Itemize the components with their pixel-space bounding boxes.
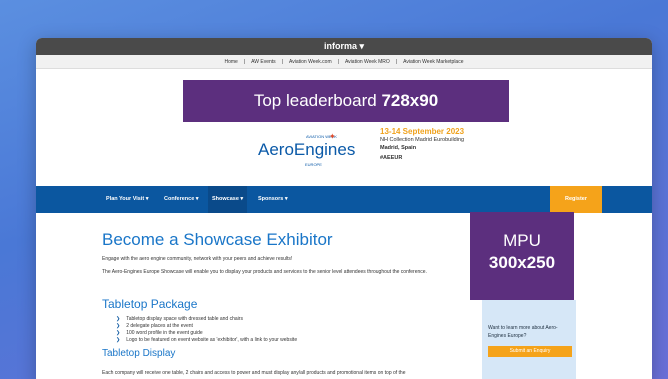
tabletop-display-heading: Tabletop Display <box>102 348 176 359</box>
event-header: AVIATION WEEK ✦ AeroEngines EUROPE 13-14… <box>36 124 652 186</box>
top-links-bar: Home | AW Events | Aviation Week.com | Aviatio… <box>36 55 652 69</box>
package-list: Tabletop display space with dressed tabl… <box>116 316 297 344</box>
intro-text: Engage with the aero engine community, n… <box>102 256 293 262</box>
mpu-ad-placeholder: MPU 300x250 <box>470 212 574 300</box>
link-aviation-week[interactable]: Aviation Week.com <box>289 59 332 65</box>
list-item: Tabletop display space with dressed tabl… <box>116 316 297 323</box>
logo-region: EUROPE <box>305 162 322 167</box>
link-aviation-week-mro[interactable]: Aviation Week MRO <box>345 59 390 65</box>
body-text: The Aero-Engines Europe Showcase will en… <box>102 269 427 275</box>
event-date: 13-14 September 2023 <box>380 127 465 136</box>
link-aw-events[interactable]: AW Events <box>251 59 276 65</box>
list-item: 2 delegate places at the event <box>116 323 297 330</box>
list-item: 100 word profile in the event guide <box>116 330 297 337</box>
enquiry-box: Want to learn more about Aero-Engines Eu… <box>482 300 576 379</box>
link-sep: | <box>337 59 339 65</box>
nav-showcase[interactable]: Showcase ▾ <box>208 186 248 213</box>
nav-conference[interactable]: Conference ▾ <box>164 196 199 202</box>
event-venue: NH Collection Madrid Eurobuilding <box>380 137 465 143</box>
link-home[interactable]: Home <box>224 59 237 65</box>
nav-sponsors[interactable]: Sponsors ▾ <box>258 196 288 202</box>
link-sep: | <box>243 59 246 65</box>
enquiry-text: Want to learn more about Aero-Engines Eu… <box>488 325 558 339</box>
submit-enquiry-button[interactable]: Submit an Enquiry <box>488 346 572 357</box>
aeroengines-logo[interactable]: AeroEngines <box>258 140 355 160</box>
event-info: 13-14 September 2023 NH Collection Madri… <box>380 128 464 162</box>
page-title: Become a Showcase Exhibitor <box>102 230 333 249</box>
nav-plan-your-visit[interactable]: Plan Your Visit ▾ <box>106 196 149 202</box>
link-sep: | <box>395 59 398 65</box>
browser-window: informa ▾ Home | AW Events | Aviation Week.c… <box>36 38 652 379</box>
leaderboard-size: 728x90 <box>381 91 439 110</box>
event-hashtag: #AEEUR <box>380 155 403 161</box>
display-text: Each company will receive one table, 2 c… <box>102 370 406 376</box>
leaderboard-label: Top leaderboard <box>253 91 377 110</box>
informa-bar[interactable]: informa ▾ <box>36 38 652 55</box>
mpu-label: MPU <box>503 231 541 250</box>
list-item: Logo to be featured on event website as … <box>116 337 297 344</box>
tabletop-package-heading: Tabletop Package <box>102 297 198 311</box>
main-nav: Plan Your Visit ▾ Conference ▾ Showcase … <box>36 186 652 213</box>
link-marketplace[interactable]: Aviation Week Marketplace <box>403 59 463 65</box>
informa-brand[interactable]: informa ▾ <box>324 41 364 51</box>
event-city: Madrid, Spain <box>380 145 417 151</box>
link-sep: | <box>281 59 283 65</box>
leaderboard-ad-placeholder: Top leaderboard 728x90 <box>183 80 509 122</box>
register-button[interactable]: Register <box>550 186 602 213</box>
mpu-size: 300x250 <box>488 253 556 272</box>
